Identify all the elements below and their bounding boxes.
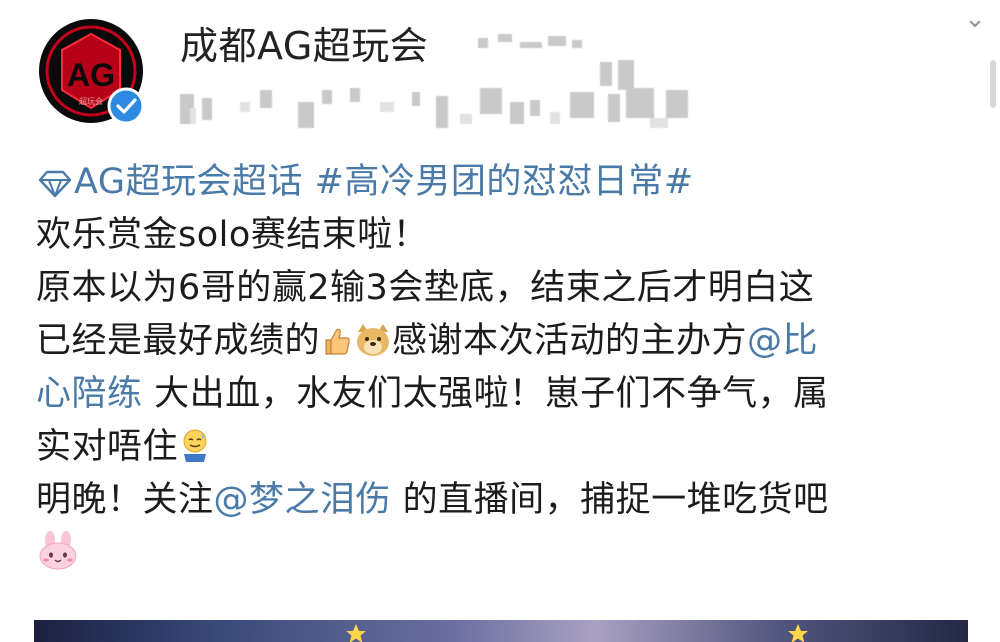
diamond-icon xyxy=(38,170,72,198)
obscured-meta-info xyxy=(180,34,688,128)
post-line-2: 欢乐赏金solo赛结束啦！ xyxy=(36,215,429,255)
post-text: AG超玩会超话 #高冷男团的怼怼日常# 欢乐赏金solo赛结束啦！ 原本以为6哥… xyxy=(36,160,956,584)
post-line-7: 明晚！关注@梦之泪伤 的直播间，捕捉一堆吃货吧 xyxy=(36,478,956,522)
verified-badge-icon xyxy=(107,87,145,125)
post-line-4: 已经是最好成绩的 感谢本次活动的主办方@比 xyxy=(36,319,956,363)
post-line-5-text: 大出血，水友们太强啦！崽子们不争气，属 xyxy=(142,374,829,414)
post-line-4-text-b: 感谢本次活动的主办方 xyxy=(392,321,748,361)
post-line-6: 实对唔住 xyxy=(36,425,956,469)
video-preview[interactable] xyxy=(34,620,968,642)
post-line-7-text: 明晚！关注 xyxy=(36,480,214,520)
mention-bixin-part2[interactable]: 心陪练 xyxy=(36,374,143,414)
star-icon xyxy=(346,624,366,642)
weibo-post: AG 超玩会 成都AG超玩会 ⌄ AG超玩会超话 #高冷男团的怼怼日常# 欢乐赏… xyxy=(0,0,1000,642)
star-icon xyxy=(788,624,808,642)
scrollbar-thumb[interactable] xyxy=(990,60,996,108)
post-line-3: 原本以为6哥的赢2输3会垫底，结束之后才明白这 xyxy=(36,268,815,308)
thumbs-up-emoji-icon xyxy=(325,328,350,355)
mention-bixin-part1[interactable]: @比 xyxy=(747,321,818,361)
supertopic-link[interactable]: AG超玩会超话 xyxy=(36,162,315,202)
mention-mengzhileishang[interactable]: @梦之泪伤 xyxy=(214,480,392,520)
topic-line: AG超玩会超话 #高冷男团的怼怼日常# xyxy=(36,160,956,204)
more-options-icon[interactable]: ⌄ xyxy=(960,6,990,36)
supertopic-label: AG超玩会超话 xyxy=(74,162,303,202)
doge-emoji-icon xyxy=(357,324,390,356)
svg-text:超玩会: 超玩会 xyxy=(79,96,103,106)
sweat-smile-emoji-icon xyxy=(183,429,207,462)
pink-bunny-emoji-icon xyxy=(39,531,77,570)
post-line-6-text: 实对唔住 xyxy=(36,427,179,467)
post-line-4-text: 已经是最好成绩的 xyxy=(36,321,321,361)
hashtag-link[interactable]: #高冷男团的怼怼日常# xyxy=(315,162,694,202)
post-line-8 xyxy=(36,531,956,575)
post-line-5: 心陪练 大出血，水友们太强啦！崽子们不争气，属 xyxy=(36,372,956,416)
post-line-7-text-b: 的直播间，捕捉一堆吃货吧 xyxy=(391,480,829,520)
